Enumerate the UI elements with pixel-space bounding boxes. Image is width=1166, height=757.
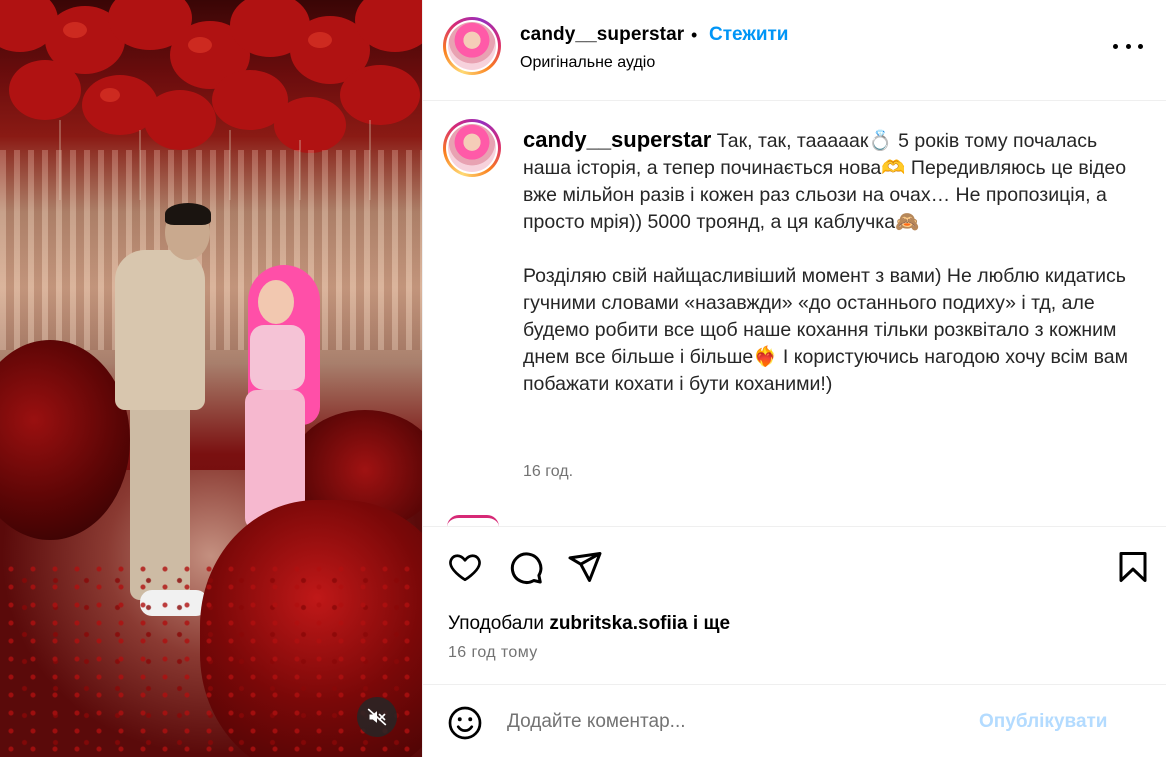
liker-username[interactable]: zubritska.sofiia <box>549 613 687 634</box>
comment-input[interactable] <box>507 707 967 737</box>
emoji-icon[interactable] <box>447 705 483 741</box>
post-header: candy__superstar • Стежити Оригінальне а… <box>423 0 1166 101</box>
avatar-photo <box>448 22 496 70</box>
comment-icon[interactable] <box>508 549 544 585</box>
bookmark-icon[interactable] <box>1115 549 1151 585</box>
more-options-button[interactable] <box>1113 34 1143 58</box>
next-comment-avatar <box>447 515 499 526</box>
post-panel: candy__superstar • Стежити Оригінальне а… <box>422 0 1166 757</box>
caption-avatar[interactable] <box>443 119 501 177</box>
woman-face <box>258 280 294 324</box>
follow-button[interactable]: Стежити <box>709 24 788 46</box>
post-time: 16 год тому <box>448 644 538 661</box>
caption-username[interactable]: candy__superstar <box>523 127 711 152</box>
caption-section: candy__superstar Так, так, таааaaк💍 5 ро… <box>423 101 1166 526</box>
post-video[interactable] <box>0 0 422 757</box>
separator-dot: • <box>691 25 698 45</box>
man-body <box>115 250 205 410</box>
share-icon[interactable] <box>567 549 603 585</box>
sound-off-icon <box>367 708 387 726</box>
more-horizontal-icon <box>1113 43 1118 49</box>
comment-bar: Опублікувати <box>423 684 1166 757</box>
woman-top <box>250 325 305 390</box>
caption-text: candy__superstar Так, так, таааaaк💍 5 ро… <box>523 126 1133 398</box>
audio-label[interactable]: Оригінальне аудіо <box>520 54 655 72</box>
avatar[interactable] <box>443 17 501 75</box>
likes-summary: Уподобали zubritska.sofiia і ще <box>448 613 731 634</box>
curtain-backdrop <box>0 150 422 350</box>
likes-more-link[interactable]: і ще <box>688 613 730 634</box>
caption-body: Так, так, таааaaк💍 5 років тому почалась… <box>523 130 1128 395</box>
actions-section: Уподобали zubritska.sofiia і ще 16 год т… <box>423 526 1166 686</box>
heart-icon[interactable] <box>447 549 483 585</box>
caption-time: 16 год. <box>523 463 574 480</box>
publish-button[interactable]: Опублікувати <box>979 711 1108 733</box>
header-username[interactable]: candy__superstar <box>520 24 684 46</box>
mute-button[interactable] <box>357 697 397 737</box>
rose-petals <box>0 560 422 757</box>
man-hair <box>165 203 211 225</box>
